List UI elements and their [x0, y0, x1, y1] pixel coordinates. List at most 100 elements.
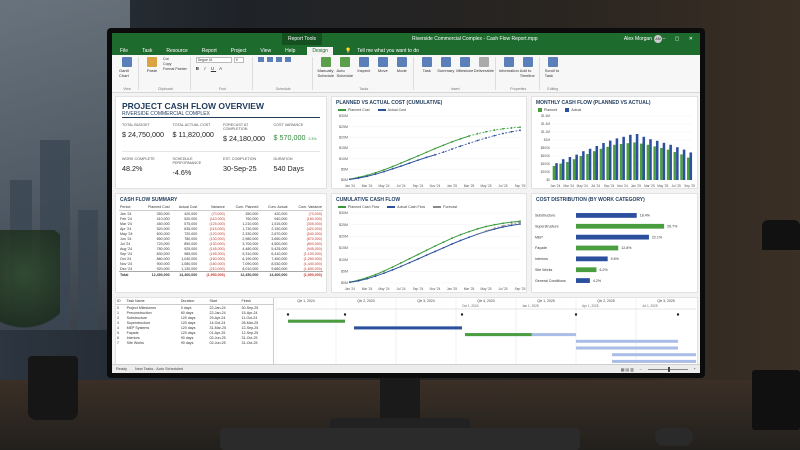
- inspect-button[interactable]: Inspect: [356, 57, 372, 73]
- bar: [576, 234, 649, 240]
- tab-report[interactable]: Report: [200, 48, 219, 55]
- move-button[interactable]: Move: [375, 57, 391, 73]
- mode-button[interactable]: Mode: [394, 57, 410, 73]
- auto-schedule-button[interactable]: Auto Schedule: [336, 57, 353, 78]
- table-cell: Site Works: [126, 340, 144, 345]
- timeline-label: Qtr 3, 2024: [417, 299, 435, 303]
- data-point: [519, 223, 521, 225]
- deliverable-icon: [478, 57, 489, 67]
- kpi-duration: DURATION 540 Days: [273, 157, 304, 173]
- timeline-label: Qtr 2, 2024: [357, 299, 375, 303]
- data-point: [519, 126, 521, 129]
- tab-resource[interactable]: Resource: [164, 48, 189, 55]
- gantt-chart-button[interactable]: Gantt Chart: [119, 57, 135, 78]
- avatar[interactable]: AM: [654, 35, 662, 43]
- deliverable-button[interactable]: Deliverable: [474, 57, 494, 73]
- data-point: [485, 137, 487, 139]
- tab-help[interactable]: Help: [283, 48, 297, 55]
- data-point: [434, 250, 436, 253]
- task-button[interactable]: Task: [419, 57, 435, 73]
- y-tick-label: $800K: [541, 146, 551, 150]
- font-format-buttons[interactable]: B I U A: [196, 66, 224, 71]
- gantt-row[interactable]: 4 MEP Systems 120 days 31-Mar-25 12-Sep-25: [116, 325, 273, 330]
- cut-button[interactable]: Cut: [163, 57, 187, 61]
- information-icon: [503, 57, 514, 67]
- zoom-out-button[interactable]: –: [640, 367, 642, 371]
- font-name-select[interactable]: Segoe UI: [195, 57, 232, 63]
- mode-icon: [396, 57, 407, 67]
- data-point: [519, 221, 521, 224]
- report-canvas: PROJECT CASH FLOW OVERVIEW RIVERSIDE COM…: [112, 93, 700, 369]
- gantt-bar: [612, 359, 696, 363]
- x-tick-label: May '25: [480, 184, 491, 188]
- status-bar: Ready New Tasks : Auto Scheduled ▦ ▤ ▥ –…: [112, 364, 700, 373]
- coffee-mug: [28, 356, 78, 420]
- manually-schedule-button[interactable]: Manually Schedule: [317, 57, 334, 78]
- information-button[interactable]: Information: [499, 57, 519, 73]
- y-tick-label: $20M: [339, 235, 348, 239]
- tell-me-search[interactable]: Tell me what you want to do: [355, 48, 421, 55]
- view-icons[interactable]: ▦ ▤ ▥: [621, 367, 634, 372]
- auto-schedule-icon: [339, 57, 350, 67]
- data-point: [434, 147, 436, 150]
- tab-file[interactable]: File: [118, 48, 130, 55]
- chart-title: MONTHLY CASH FLOW (PLANNED VS ACTUAL): [536, 100, 651, 106]
- data-point: [442, 246, 445, 249]
- data-point: [459, 137, 462, 140]
- chart-title: PLANNED VS ACTUAL COST (CUMULATIVE): [336, 100, 443, 106]
- tab-task[interactable]: Task: [140, 48, 154, 55]
- schedule-icon[interactable]: [284, 57, 291, 62]
- chart-panel-cumulative-cost: PLANNED VS ACTUAL COST (CUMULATIVE) Plan…: [331, 96, 527, 189]
- gantt-row[interactable]: 7 Site Works 90 days 02-Jun-25 31-Oct-25: [116, 340, 273, 345]
- legend-swatch: [433, 206, 442, 209]
- ribbon-group-properties: Information Add to Timeline Properties: [498, 57, 540, 91]
- kpi-total-budget: TOTAL BUDGET $ 24,750,000: [122, 123, 164, 139]
- data-point: [366, 175, 368, 178]
- paste-button[interactable]: Paste: [144, 57, 160, 73]
- gantt-row[interactable]: 3 Superstructure 120 days 14-Oct-24 28-Mar-2…: [116, 320, 273, 325]
- data-point: [391, 165, 394, 168]
- bar: [576, 278, 590, 283]
- zoom-in-button[interactable]: +: [694, 367, 696, 371]
- x-tick-label: Sep '25: [515, 184, 526, 188]
- scroll-to-task-button[interactable]: Scroll to Task: [545, 57, 561, 78]
- bar: [576, 213, 637, 218]
- milestone-button[interactable]: Milestone: [456, 57, 473, 73]
- data-point: [451, 148, 453, 150]
- schedule-icon[interactable]: [266, 57, 273, 62]
- format-painter-button[interactable]: Format Painter: [163, 67, 187, 71]
- tab-view[interactable]: View: [258, 48, 273, 55]
- kpi-cost-variance: COST VARIANCE $ 570,000 2.3%: [273, 123, 317, 142]
- window-controls[interactable]: – ▢ ✕: [663, 36, 697, 42]
- zoom-slider[interactable]: [647, 366, 688, 372]
- y-tick-label: $1M: [544, 138, 551, 142]
- legend-swatch: [377, 109, 386, 112]
- user-name[interactable]: Alex Morgan: [624, 36, 652, 42]
- data-label: 26.7%: [667, 224, 678, 228]
- data-point: [485, 230, 487, 232]
- data-point: [451, 140, 453, 143]
- copy-button[interactable]: Copy: [163, 62, 187, 66]
- data-point: [493, 227, 496, 230]
- summary-button[interactable]: Summary: [437, 57, 454, 73]
- data-point: [502, 132, 504, 135]
- data-point: [400, 162, 402, 165]
- status-new-tasks[interactable]: New Tasks : Auto Scheduled: [135, 367, 183, 371]
- bar: [666, 149, 670, 181]
- gantt-row[interactable]: 2 Substructure 120 days 29-Apr-24 11-Oct-24: [116, 315, 273, 320]
- tab-project[interactable]: Project: [229, 48, 249, 55]
- ribbon-tabs: File Task Resource Report Project View H…: [112, 45, 700, 55]
- bar: [673, 152, 677, 181]
- font-size-select[interactable]: 9: [233, 57, 244, 63]
- category-label: Site Works: [535, 268, 553, 272]
- x-tick-label: May '25: [480, 287, 491, 291]
- schedule-icon[interactable]: [257, 57, 264, 62]
- tab-design[interactable]: Design: [307, 47, 333, 55]
- table-cell: Total: [119, 271, 139, 277]
- schedule-icon[interactable]: [275, 57, 282, 62]
- y-tick-label: $1.6M: [541, 114, 550, 118]
- data-point: [493, 129, 496, 131]
- add-to-timeline-button[interactable]: Add to Timeline: [520, 57, 536, 78]
- overview-panel: PROJECT CASH FLOW OVERVIEW RIVERSIDE COM…: [115, 96, 327, 189]
- bar: [633, 142, 636, 181]
